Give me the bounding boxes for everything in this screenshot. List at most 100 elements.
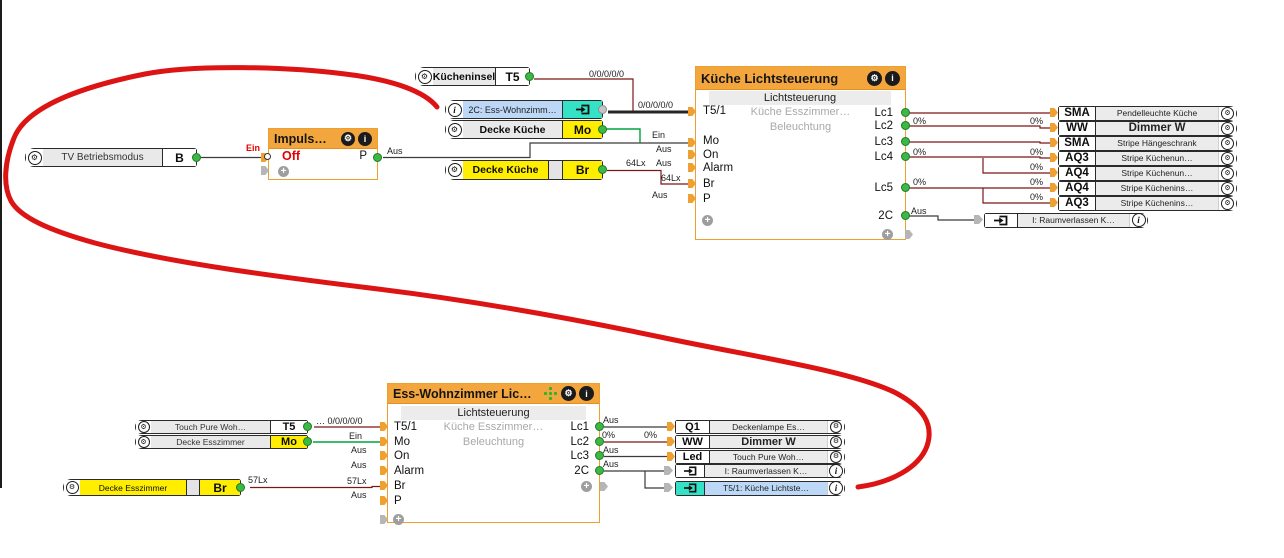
output-connector[interactable] xyxy=(901,137,910,146)
sensor-pill-decke-kueche-mo[interactable]: ⚙ Decke Küche Mo xyxy=(445,120,603,139)
gear-icon[interactable]: ⚙ xyxy=(867,70,882,86)
info-icon[interactable]: i xyxy=(827,463,844,478)
input-mo[interactable]: Mo xyxy=(703,135,719,148)
input-connector[interactable] xyxy=(1050,168,1058,177)
input-port-ring[interactable] xyxy=(264,153,271,160)
output-lc2[interactable]: Lc2 xyxy=(874,120,893,133)
output-connector[interactable] xyxy=(901,108,910,117)
wire-lc2-ww[interactable] xyxy=(907,125,1050,129)
gear-icon[interactable]: ⚙ xyxy=(137,421,150,433)
output-p[interactable]: P xyxy=(359,150,367,163)
gear-icon[interactable]: ⚙ xyxy=(64,480,80,495)
info-icon[interactable]: i xyxy=(829,481,843,496)
gear-icon[interactable]: ⚙ xyxy=(447,122,462,137)
input-connector[interactable] xyxy=(667,422,675,431)
gear-icon[interactable]: ⚙ xyxy=(446,161,463,179)
input-connector[interactable] xyxy=(1050,138,1058,147)
wire-2c-branch-t5ref[interactable] xyxy=(644,471,664,489)
wire-2c-to-ref[interactable] xyxy=(907,215,974,221)
input-connector[interactable] xyxy=(1050,108,1058,117)
actuator-row-pendelleuchte-kueche[interactable]: SMA Pendelleuchte Küche ⚙ xyxy=(1058,106,1237,121)
sensor-pill-tv-betriebsmodus[interactable]: ⚙ TV Betriebsmodus B xyxy=(25,148,197,167)
wire-lc3-sma[interactable] xyxy=(907,141,1050,144)
input-alarm[interactable]: Alarm xyxy=(703,162,733,175)
sensor-pill-kuecheninsel[interactable]: ⚙ Kücheninsel T5 xyxy=(415,67,530,86)
output-lc3[interactable]: Lc3 xyxy=(570,450,589,463)
gear-icon[interactable]: ⚙ xyxy=(830,435,842,448)
output-connector[interactable] xyxy=(192,153,201,162)
gear-icon[interactable]: ⚙ xyxy=(561,386,576,401)
gear-icon[interactable]: ⚙ xyxy=(1218,121,1236,135)
input-on[interactable]: On xyxy=(703,149,718,162)
output-connector-gray[interactable] xyxy=(600,482,608,491)
output-connector-gray[interactable] xyxy=(905,230,913,239)
wire-decke-kueche-mo[interactable] xyxy=(606,128,641,143)
gear-icon[interactable]: ⚙ xyxy=(827,435,844,448)
gear-icon[interactable]: ⚙ xyxy=(446,121,463,138)
output-connector[interactable] xyxy=(901,183,910,192)
ref-pill-2c-ess-wohnzimmer[interactable]: i 2C: Ess-Wohnzimm… xyxy=(445,100,603,119)
input-connector[interactable] xyxy=(667,437,675,446)
sensor-pill-decke-kueche-br[interactable]: ⚙ Decke Küche Br xyxy=(445,160,603,180)
actuator-row-stripe-kuechenunterschrank-1[interactable]: AQ3 Stripe Küchenun… ⚙ xyxy=(1058,151,1237,166)
add-output-button[interactable]: + xyxy=(882,229,893,240)
actuator-row-stripe-kuecheninsel-2[interactable]: AQ3 Stripe Küchenins… ⚙ xyxy=(1058,196,1237,211)
input-connector[interactable] xyxy=(1050,183,1058,192)
info-icon[interactable]: i xyxy=(446,101,463,118)
gear-icon[interactable]: ⚙ xyxy=(830,450,842,463)
output-lc5[interactable]: Lc5 xyxy=(874,182,893,195)
input-alarm[interactable]: Alarm xyxy=(394,465,424,478)
gear-icon[interactable]: ⚙ xyxy=(417,69,432,84)
gear-icon[interactable]: ⚙ xyxy=(1221,136,1234,150)
info-icon[interactable]: i xyxy=(447,102,462,117)
input-connector[interactable] xyxy=(1050,198,1058,207)
input-connector[interactable] xyxy=(1050,153,1058,162)
add-input-button[interactable]: + xyxy=(393,514,404,525)
wire-lc4-aq3[interactable] xyxy=(907,156,1050,159)
gear-icon[interactable]: ⚙ xyxy=(416,68,433,85)
gear-icon[interactable]: ⚙ xyxy=(827,450,844,463)
output-lc1[interactable]: Lc1 xyxy=(570,421,589,434)
info-icon[interactable]: i xyxy=(358,131,372,146)
input-t5-1[interactable]: T5/1 xyxy=(703,105,726,118)
output-connector[interactable] xyxy=(901,152,910,161)
actuator-row-deckenlampe-esszimmer[interactable]: Q1 Deckenlampe Es… ⚙ xyxy=(675,420,845,434)
output-connector[interactable] xyxy=(303,437,312,446)
output-lc2[interactable]: Lc2 xyxy=(570,436,589,449)
output-connector[interactable] xyxy=(525,72,534,81)
input-off[interactable]: Off xyxy=(282,150,300,163)
output-2c[interactable]: 2C xyxy=(574,465,589,478)
actuator-row-stripe-kuechenunterschrank-2[interactable]: AQ4 Stripe Küchenun… ⚙ xyxy=(1058,166,1237,181)
output-lc4[interactable]: Lc4 xyxy=(874,151,893,164)
info-icon[interactable]: i xyxy=(579,386,594,401)
gear-icon[interactable]: ⚙ xyxy=(830,420,842,433)
gear-icon[interactable]: ⚙ xyxy=(137,436,150,448)
output-lc1[interactable]: Lc1 xyxy=(874,107,893,120)
actuator-row-dimmer-w-bottom[interactable]: WW Dimmer W ⚙ xyxy=(675,435,845,449)
gear-icon[interactable]: ⚙ xyxy=(341,131,355,146)
info-icon[interactable]: i xyxy=(1129,213,1147,228)
sensor-pill-decke-esszimmer-br[interactable]: ⚙ Decke Esszimmer Br xyxy=(63,479,241,496)
output-connector[interactable] xyxy=(236,483,245,492)
input-mo[interactable]: Mo xyxy=(394,436,410,449)
actuator-row-stripe-kuecheninsel-1[interactable]: AQ4 Stripe Küchenins… ⚙ xyxy=(1058,181,1237,196)
sensor-pill-touch-pure[interactable]: ⚙ Touch Pure Woh… T5 xyxy=(135,420,308,434)
output-connector[interactable] xyxy=(373,153,382,162)
block-header[interactable]: Ess-Wohnzimmer Lic… ⚙ i xyxy=(388,384,599,404)
ref-row-raumverlassen-kueche[interactable]: I: Raumverlassen K… i xyxy=(984,213,1148,228)
input-connector-gray[interactable] xyxy=(664,483,673,492)
add-output-button[interactable]: + xyxy=(581,481,592,492)
input-connector-gray[interactable] xyxy=(664,466,673,475)
output-connector[interactable] xyxy=(303,422,312,431)
info-icon[interactable]: i xyxy=(829,463,843,478)
input-connector[interactable] xyxy=(1050,123,1058,132)
output-connector[interactable] xyxy=(901,211,910,220)
gear-icon[interactable]: ⚙ xyxy=(65,481,79,494)
info-icon[interactable]: i xyxy=(885,70,900,86)
output-2c[interactable]: 2C xyxy=(878,210,893,223)
input-p[interactable]: P xyxy=(394,495,402,508)
output-connector[interactable] xyxy=(598,125,607,134)
gear-icon[interactable]: ⚙ xyxy=(1221,121,1234,135)
actuator-row-touch-pure-led[interactable]: Led Touch Pure Woh… ⚙ xyxy=(675,450,845,464)
actuator-row-stripe-haengeschrank[interactable]: SMA Stripe Hängeschrank ⚙ xyxy=(1058,136,1237,151)
